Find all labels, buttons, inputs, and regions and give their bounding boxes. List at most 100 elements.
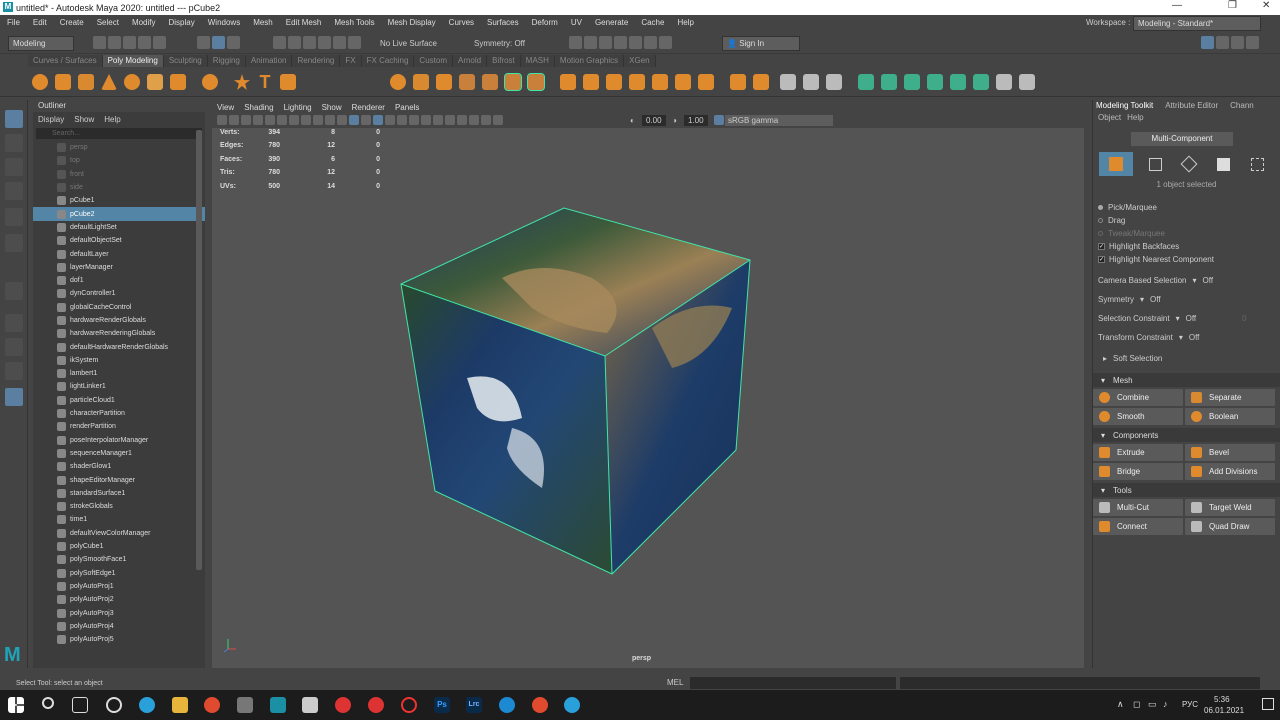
telegram-icon[interactable] xyxy=(139,697,155,713)
vertex-mode-icon[interactable] xyxy=(1143,152,1167,176)
sign-in-dropdown[interactable]: 👤 Sign In xyxy=(722,36,800,51)
network-icon[interactable]: ▭ xyxy=(1148,699,1157,710)
boolean-difference-icon[interactable] xyxy=(482,74,498,90)
select-component-icon[interactable] xyxy=(227,36,240,49)
menu-display[interactable]: Display xyxy=(162,18,201,27)
snap-view-icon[interactable] xyxy=(318,36,331,49)
obs-icon[interactable] xyxy=(106,697,122,713)
face-mode-icon[interactable] xyxy=(1211,152,1235,176)
shelf-tab-bifrost[interactable]: Bifrost xyxy=(487,55,521,67)
camera-based-selection-row[interactable]: Camera Based Selection ▾ Off xyxy=(1093,274,1280,287)
menu-create[interactable]: Create xyxy=(53,18,90,27)
minimize-button[interactable]: — xyxy=(1172,0,1182,11)
film-gate-icon[interactable] xyxy=(277,115,287,125)
outliner-item[interactable]: layerManager xyxy=(33,261,205,274)
pick-marquee-radio[interactable]: Pick/Marquee xyxy=(1093,201,1280,214)
menu-mesh[interactable]: Mesh xyxy=(246,18,279,27)
extrude-shelf-icon[interactable] xyxy=(606,74,622,90)
outliner-item[interactable]: top xyxy=(33,154,205,167)
modeling-toolkit-toggle-icon[interactable] xyxy=(1201,36,1214,49)
menu-help[interactable]: Help xyxy=(670,18,699,27)
render-view-icon[interactable] xyxy=(629,36,642,49)
outliner-item[interactable]: pCube2 xyxy=(33,207,205,221)
redo-icon[interactable] xyxy=(153,36,166,49)
play-icon[interactable] xyxy=(644,36,657,49)
symmetry-label[interactable]: Symmetry: Off xyxy=(474,39,525,48)
bridge-shelf-icon[interactable] xyxy=(629,74,645,90)
mirror-icon[interactable] xyxy=(504,73,522,91)
viewport-menu-view[interactable]: View xyxy=(212,103,239,112)
outliner-item[interactable]: strokeGlobals xyxy=(33,500,205,513)
multi-cut-shelf-icon[interactable] xyxy=(780,74,796,90)
poly-super-shape-icon[interactable] xyxy=(234,74,250,90)
default-lighting-icon[interactable] xyxy=(361,115,371,125)
photoshop-icon[interactable]: Ps xyxy=(434,697,450,713)
automatic-map-icon[interactable] xyxy=(950,74,966,90)
use-all-lights-icon[interactable] xyxy=(385,115,395,125)
clock-date[interactable]: 06.01.2021 xyxy=(1204,706,1244,715)
tools-section-header[interactable]: ▾ Tools xyxy=(1093,483,1280,497)
multi-component-button[interactable]: Multi-Component xyxy=(1131,132,1233,146)
depth-of-field-icon[interactable] xyxy=(445,115,455,125)
hypershade-icon[interactable] xyxy=(614,36,627,49)
clock-time[interactable]: 5:36 xyxy=(1214,695,1230,704)
lasso-tool-icon[interactable] xyxy=(5,134,23,152)
outliner-item[interactable]: polyAutoProj3 xyxy=(33,606,205,619)
outliner-item[interactable]: ikSystem xyxy=(33,354,205,367)
menu-edit[interactable]: Edit xyxy=(26,18,53,27)
render-icon[interactable] xyxy=(569,36,582,49)
highlight-nearest-checkbox[interactable]: ✓ Highlight Nearest Component xyxy=(1093,253,1280,266)
toolkit-tab-chann[interactable]: Chann xyxy=(1227,100,1257,112)
poly-type-icon[interactable]: T xyxy=(257,73,273,91)
outliner-item[interactable]: polyAutoProj2 xyxy=(33,593,205,606)
highlight-backfaces-checkbox[interactable]: ✓ Highlight Backfaces xyxy=(1093,240,1280,253)
menu-mesh-display[interactable]: Mesh Display xyxy=(381,18,442,27)
menu-deform[interactable]: Deform xyxy=(525,18,564,27)
viewport-menu-lighting[interactable]: Lighting xyxy=(279,103,317,112)
toolkit-tab-modeling-toolkit[interactable]: Modeling Toolkit xyxy=(1093,100,1156,112)
menu-cache[interactable]: Cache xyxy=(634,18,670,27)
fill-hole-icon[interactable] xyxy=(560,74,576,90)
toolkit-menu-object[interactable]: Object xyxy=(1095,112,1124,124)
select-object-icon[interactable] xyxy=(212,36,225,49)
symmetry-row[interactable]: Symmetry ▾ Off xyxy=(1093,293,1280,306)
extract-shelf-icon[interactable] xyxy=(436,74,452,90)
camera-lock-icon[interactable] xyxy=(229,115,239,125)
shelf-tab-curves-surfaces[interactable]: Curves / Surfaces xyxy=(28,55,103,67)
object-mode-icon[interactable] xyxy=(1099,152,1133,176)
menu-set-dropdown[interactable]: Modeling xyxy=(8,36,74,51)
viewport-menu-renderer[interactable]: Renderer xyxy=(347,103,390,112)
combine-button[interactable]: Combine xyxy=(1093,389,1183,406)
boolean-button[interactable]: Boolean xyxy=(1185,408,1275,425)
merge-icon[interactable] xyxy=(730,74,746,90)
shelf-tab-rendering[interactable]: Rendering xyxy=(292,55,341,67)
menu-windows[interactable]: Windows xyxy=(201,18,246,27)
snap-curve-icon[interactable] xyxy=(288,36,301,49)
smooth-button[interactable]: Smooth xyxy=(1093,408,1183,425)
outliner-item[interactable]: polyAutoProj4 xyxy=(33,620,205,633)
unfold-icon[interactable] xyxy=(973,74,989,90)
live-surface-label[interactable]: No Live Surface xyxy=(380,39,437,48)
outliner-item[interactable]: hardwareRenderingGlobals xyxy=(33,327,205,340)
shadows-icon[interactable] xyxy=(397,115,407,125)
edge-mode-icon[interactable] xyxy=(1177,152,1201,176)
tool-settings-toggle-icon[interactable] xyxy=(1231,36,1244,49)
search-icon[interactable] xyxy=(42,697,54,709)
exposure-field[interactable]: 0.00 xyxy=(642,115,666,126)
shelf-tab-motion-graphics[interactable]: Motion Graphics xyxy=(554,55,625,67)
extrude-button[interactable]: Extrude xyxy=(1093,444,1183,461)
outliner-item[interactable]: polyAutoProj5 xyxy=(33,633,205,646)
app-icon[interactable] xyxy=(302,697,318,713)
textured-icon[interactable] xyxy=(373,115,383,125)
shelf-tab-xgen[interactable]: XGen xyxy=(624,55,656,67)
snap-point-icon[interactable] xyxy=(303,36,316,49)
outliner-item[interactable]: defaultObjectSet xyxy=(33,234,205,247)
viewport-persp[interactable]: Verts: 394 8 0 Edges: 780 12 0 Faces: 390 6 0 Tris: 7… xyxy=(212,128,1084,668)
wireframe-icon[interactable] xyxy=(337,115,347,125)
open-scene-icon[interactable] xyxy=(108,36,121,49)
layout-uv-icon[interactable] xyxy=(996,74,1012,90)
target-weld-shelf-icon[interactable] xyxy=(803,74,819,90)
outliner-item[interactable]: renderPartition xyxy=(33,420,205,433)
single-pane-layout-icon[interactable] xyxy=(5,314,23,332)
shelf-tab-custom[interactable]: Custom xyxy=(414,55,453,67)
